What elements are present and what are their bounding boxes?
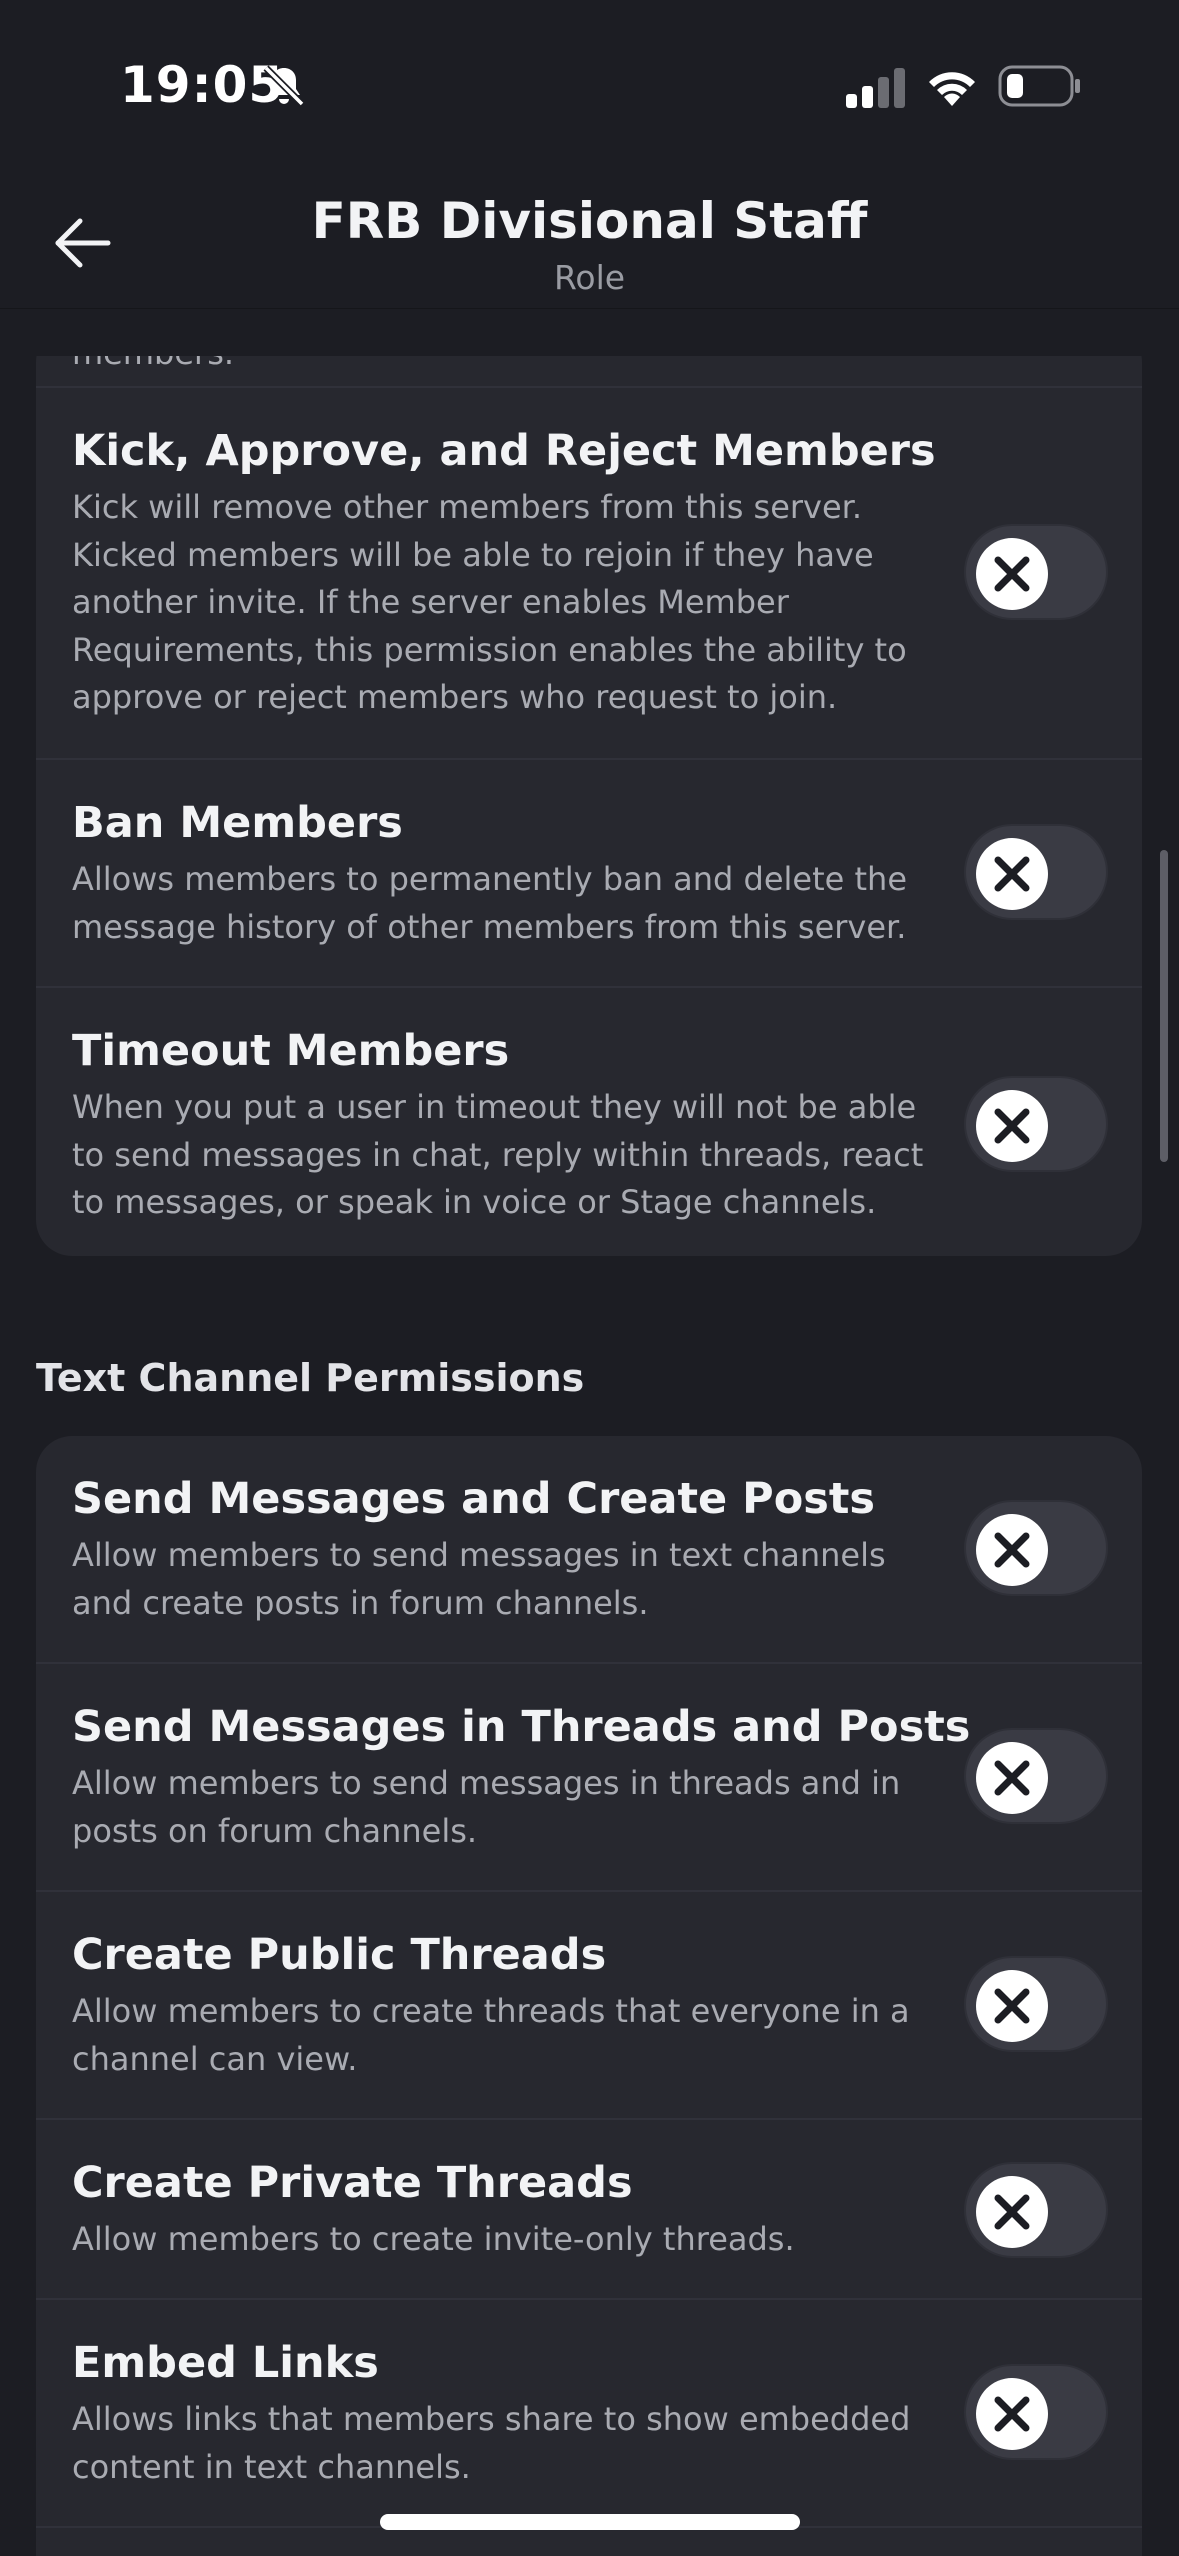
permission-toggle[interactable] — [964, 1500, 1108, 1596]
bell-slash-icon — [263, 65, 305, 107]
toggle-knob — [976, 1514, 1048, 1586]
permission-title: Timeout Members — [72, 1026, 510, 1076]
x-icon — [994, 1988, 1030, 2024]
permission-title: Send Messages in Threads and Posts — [72, 1702, 971, 1752]
permission-row-private-threads[interactable]: Create Private Threads Allow members to … — [36, 2118, 1142, 2300]
home-indicator[interactable] — [380, 2514, 800, 2530]
permission-row-kick-members[interactable]: Kick, Approve, and Reject Members Kick w… — [36, 386, 1142, 760]
permission-title: Ban Members — [72, 798, 403, 848]
page-subtitle: Role — [553, 258, 626, 297]
battery-icon — [998, 65, 1080, 107]
permission-row-send-in-threads[interactable]: Send Messages in Threads and Posts Allow… — [36, 1662, 1142, 1892]
clipped-description: members. — [72, 356, 234, 372]
permission-description: Kick will remove other members from this… — [72, 488, 907, 716]
permission-title: Embed Links — [72, 2338, 379, 2388]
cellular-signal-icon — [846, 68, 905, 108]
membership-permissions-card: members. Kick, Approve, and Reject Membe… — [36, 356, 1142, 1256]
toggle-knob — [976, 538, 1048, 610]
x-icon — [994, 1532, 1030, 1568]
toggle-knob — [976, 1970, 1048, 2042]
toggle-knob — [976, 1090, 1048, 1162]
status-bar: 19:05 — [0, 0, 1179, 170]
permission-toggle[interactable] — [964, 2364, 1108, 2460]
text-channel-permissions-card: Send Messages and Create Posts Allow mem… — [36, 1436, 1142, 2556]
x-icon — [994, 1760, 1030, 1796]
permission-title: Send Messages and Create Posts — [72, 1474, 875, 1524]
x-icon — [994, 1108, 1030, 1144]
permission-row-ban-members[interactable]: Ban Members Allows members to permanentl… — [36, 758, 1142, 988]
permission-description: When you put a user in timeout they will… — [72, 1088, 924, 1221]
permission-toggle[interactable] — [964, 1076, 1108, 1172]
permission-description: Allows links that members share to show … — [72, 2400, 911, 2486]
permission-row-next[interactable] — [36, 2526, 1142, 2556]
permission-toggle[interactable] — [964, 824, 1108, 920]
permission-toggle[interactable] — [964, 2162, 1108, 2258]
x-icon — [994, 2396, 1030, 2432]
page-title: FRB Divisional Staff — [311, 192, 868, 250]
permission-description: Allow members to create threads that eve… — [72, 1992, 910, 2078]
toggle-knob — [976, 1742, 1048, 1814]
permission-description: Allow members to send messages in thread… — [72, 1764, 901, 1850]
permission-row-timeout-members[interactable]: Timeout Members When you put a user in t… — [36, 986, 1142, 1256]
permission-title: Kick, Approve, and Reject Members — [72, 426, 936, 476]
toggle-knob — [976, 838, 1048, 910]
permission-toggle[interactable] — [964, 1956, 1108, 2052]
toggle-knob — [976, 2176, 1048, 2248]
x-icon — [994, 2194, 1030, 2230]
permission-description: Allow members to send messages in text c… — [72, 1536, 886, 1622]
section-header-text-channel: Text Channel Permissions — [36, 1356, 585, 1400]
permission-title: Create Public Threads — [72, 1930, 607, 1980]
permissions-list[interactable]: members. Kick, Approve, and Reject Membe… — [0, 356, 1179, 2556]
permission-toggle[interactable] — [964, 1728, 1108, 1824]
toggle-knob — [976, 2378, 1048, 2450]
top-nav-bar: FRB Divisional Staff Role — [0, 170, 1179, 309]
x-icon — [994, 856, 1030, 892]
permission-description: Allow members to create invite-only thre… — [72, 2220, 795, 2258]
permission-description: Allows members to permanently ban and de… — [72, 860, 908, 946]
permission-title: Create Private Threads — [72, 2158, 633, 2208]
wifi-icon — [929, 72, 975, 106]
permission-row-send-messages[interactable]: Send Messages and Create Posts Allow mem… — [36, 1436, 1142, 1662]
x-icon — [994, 556, 1030, 592]
scrollbar[interactable] — [1160, 850, 1168, 1162]
permission-toggle[interactable] — [964, 524, 1108, 620]
permission-row-public-threads[interactable]: Create Public Threads Allow members to c… — [36, 1890, 1142, 2120]
permission-row-embed-links[interactable]: Embed Links Allows links that members sh… — [36, 2298, 1142, 2528]
